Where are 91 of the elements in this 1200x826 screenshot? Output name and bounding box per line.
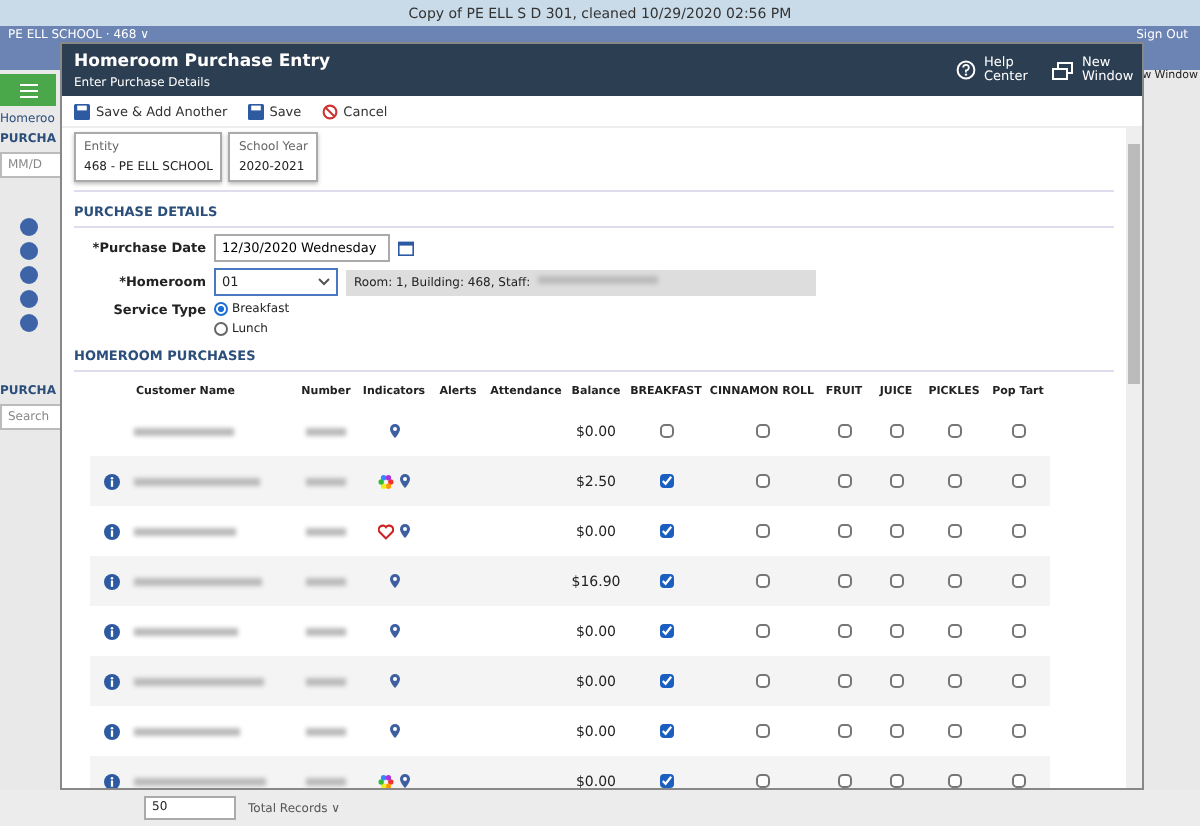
item-checkbox[interactable] (837, 724, 851, 738)
item-checkbox[interactable] (1011, 674, 1025, 688)
info-icon[interactable] (104, 723, 120, 739)
item-checkbox[interactable] (755, 724, 769, 738)
item-checkbox[interactable] (889, 674, 903, 688)
redacted-number (306, 677, 346, 685)
info-icon[interactable] (104, 573, 120, 589)
redacted-number (306, 577, 346, 585)
redacted-number (306, 477, 346, 485)
dialog-title: Homeroom Purchase Entry (74, 51, 330, 71)
item-checkbox[interactable] (659, 724, 673, 738)
redacted-name (134, 727, 240, 735)
info-icon[interactable] (104, 773, 120, 788)
item-checkbox[interactable] (1011, 624, 1025, 638)
item-checkbox[interactable] (837, 424, 851, 438)
redacted-name (134, 477, 260, 485)
item-checkbox[interactable] (659, 774, 673, 788)
item-checkbox[interactable] (889, 574, 903, 588)
item-checkbox[interactable] (889, 774, 903, 788)
item-checkbox[interactable] (755, 574, 769, 588)
item-checkbox[interactable] (1011, 424, 1025, 438)
location-pin-icon (389, 424, 399, 438)
item-checkbox[interactable] (837, 674, 851, 688)
item-checkbox[interactable] (947, 724, 961, 738)
cancel-icon (321, 103, 338, 119)
redacted-number (306, 727, 346, 735)
item-checkbox[interactable] (947, 524, 961, 538)
redacted-name (134, 677, 264, 685)
redacted-name (134, 627, 238, 635)
menu-icon (19, 83, 37, 97)
location-pin-icon (389, 574, 399, 588)
redacted-number (306, 777, 346, 785)
flower-icon (378, 773, 394, 788)
item-checkbox[interactable] (659, 674, 673, 688)
location-pin-icon (400, 524, 410, 538)
redacted-name (134, 777, 266, 785)
item-checkbox[interactable] (659, 424, 673, 438)
item-checkbox[interactable] (755, 624, 769, 638)
item-checkbox[interactable] (889, 624, 903, 638)
flower-icon (378, 473, 394, 489)
help-icon[interactable] (956, 60, 976, 80)
calendar-icon[interactable] (398, 240, 414, 256)
item-checkbox[interactable] (659, 574, 673, 588)
item-checkbox[interactable] (837, 624, 851, 638)
item-checkbox[interactable] (837, 574, 851, 588)
location-pin-icon (400, 474, 410, 488)
item-checkbox[interactable] (947, 774, 961, 788)
item-checkbox[interactable] (1011, 474, 1025, 488)
item-checkbox[interactable] (837, 474, 851, 488)
redacted-name (134, 577, 262, 585)
item-checkbox[interactable] (947, 424, 961, 438)
info-icon[interactable] (104, 673, 120, 689)
item-checkbox[interactable] (659, 474, 673, 488)
item-checkbox[interactable] (947, 474, 961, 488)
item-checkbox[interactable] (755, 474, 769, 488)
item-checkbox[interactable] (1011, 774, 1025, 788)
chevron-down-icon (318, 278, 330, 286)
redacted-number (306, 427, 346, 435)
item-checkbox[interactable] (1011, 724, 1025, 738)
item-checkbox[interactable] (947, 624, 961, 638)
item-checkbox[interactable] (889, 724, 903, 738)
item-checkbox[interactable] (837, 524, 851, 538)
info-icon[interactable] (104, 473, 120, 489)
item-checkbox[interactable] (659, 624, 673, 638)
item-checkbox[interactable] (889, 474, 903, 488)
redacted-number (306, 527, 346, 535)
heart-icon (378, 523, 394, 539)
menu-button[interactable] (0, 74, 56, 106)
item-checkbox[interactable] (755, 524, 769, 538)
redacted-name (134, 427, 234, 435)
redacted-number (306, 627, 346, 635)
location-pin-icon (389, 624, 399, 638)
redacted-name (134, 527, 236, 535)
location-pin-icon (389, 674, 399, 688)
item-checkbox[interactable] (889, 424, 903, 438)
save-icon (247, 103, 264, 119)
save-icon (74, 103, 90, 119)
location-pin-icon (389, 724, 399, 738)
item-checkbox[interactable] (947, 574, 961, 588)
item-checkbox[interactable] (1011, 574, 1025, 588)
item-checkbox[interactable] (755, 424, 769, 438)
item-checkbox[interactable] (659, 524, 673, 538)
info-icon[interactable] (104, 523, 120, 539)
item-checkbox[interactable] (755, 774, 769, 788)
item-checkbox[interactable] (755, 674, 769, 688)
info-icon[interactable] (104, 623, 120, 639)
item-checkbox[interactable] (889, 524, 903, 538)
item-checkbox[interactable] (837, 774, 851, 788)
item-checkbox[interactable] (947, 674, 961, 688)
windows-icon[interactable] (1052, 61, 1074, 79)
item-checkbox[interactable] (1011, 524, 1025, 538)
